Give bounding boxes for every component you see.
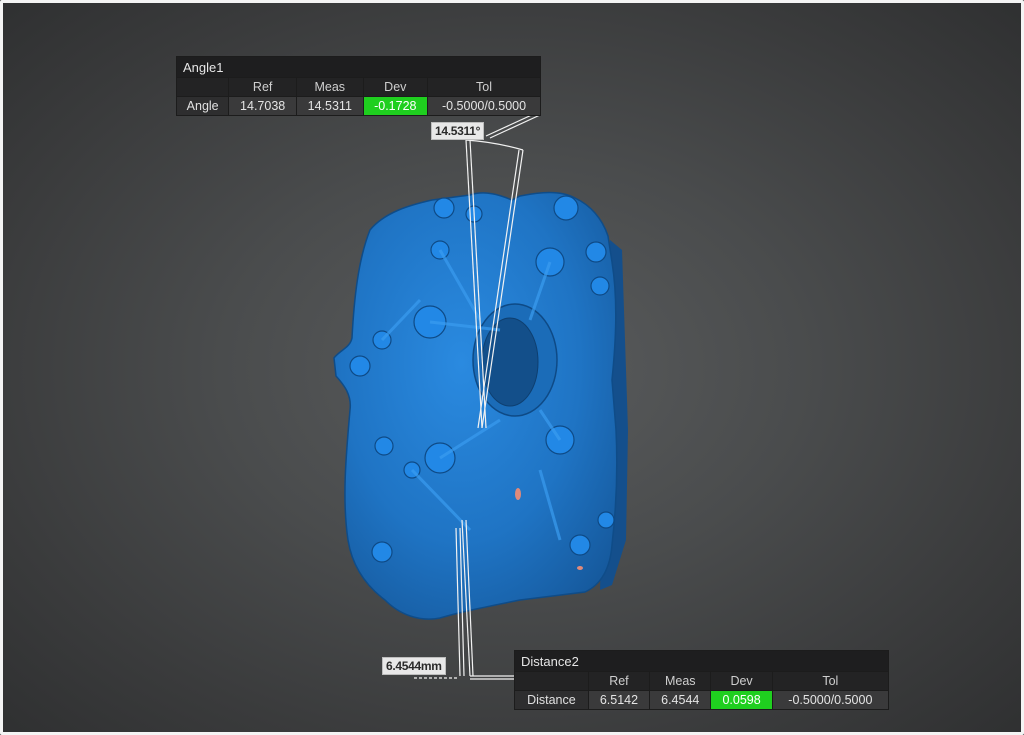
boss-15 — [597, 511, 615, 529]
boss-12 — [374, 436, 394, 456]
boss-5 — [590, 276, 610, 296]
bore-inner — [481, 317, 539, 407]
angle-table-title: Angle1 — [176, 56, 541, 78]
distance-measurement-table[interactable]: Distance2 Ref Meas Dev Tol Distance 6.51… — [514, 650, 890, 710]
distance-header-blank — [514, 671, 589, 691]
boss-3 — [553, 195, 579, 221]
distance-dev-value: 0.0598 — [710, 690, 773, 710]
angle-header-tol: Tol — [427, 77, 541, 97]
boss-16 — [569, 534, 591, 556]
distance-table-title: Distance2 — [514, 650, 889, 672]
distance-header-dev: Dev — [710, 671, 773, 691]
angle-ref-value: 14.7038 — [228, 96, 297, 116]
distance-header-meas: Meas — [649, 671, 712, 691]
angle-tol-value: -0.5000/0.5000 — [427, 96, 541, 116]
angle-header-meas: Meas — [295, 77, 364, 97]
deviation-spot-1 — [515, 488, 521, 500]
distance-tol-value: -0.5000/0.5000 — [771, 690, 890, 710]
angle-measurement-table[interactable]: Angle1 Ref Meas Dev Tol Angle 14.7038 14… — [175, 56, 541, 116]
distance-meas-value: 6.4544 — [649, 690, 712, 710]
angle-meas-value: 14.5311 — [295, 96, 364, 116]
boss-1 — [433, 197, 455, 219]
angle-header-blank — [175, 77, 230, 97]
distance-header-tol: Tol — [771, 671, 890, 691]
distance-row-label: Distance — [514, 690, 589, 710]
distance-callout-label[interactable]: 6.4544mm — [382, 657, 446, 675]
boss-17 — [349, 355, 371, 377]
angle-callout-label[interactable]: 14.5311° — [431, 122, 485, 140]
angle-row-label: Angle — [175, 96, 230, 116]
boss-4 — [585, 241, 607, 263]
distance-ref-value: 6.5142 — [587, 690, 651, 710]
angle-header-dev: Dev — [362, 77, 429, 97]
boss-14 — [371, 541, 393, 563]
distance-header-ref: Ref — [587, 671, 651, 691]
angle-dev-value: -0.1728 — [362, 96, 429, 116]
deviation-spot-2 — [577, 566, 583, 570]
angle-header-ref: Ref — [228, 77, 297, 97]
